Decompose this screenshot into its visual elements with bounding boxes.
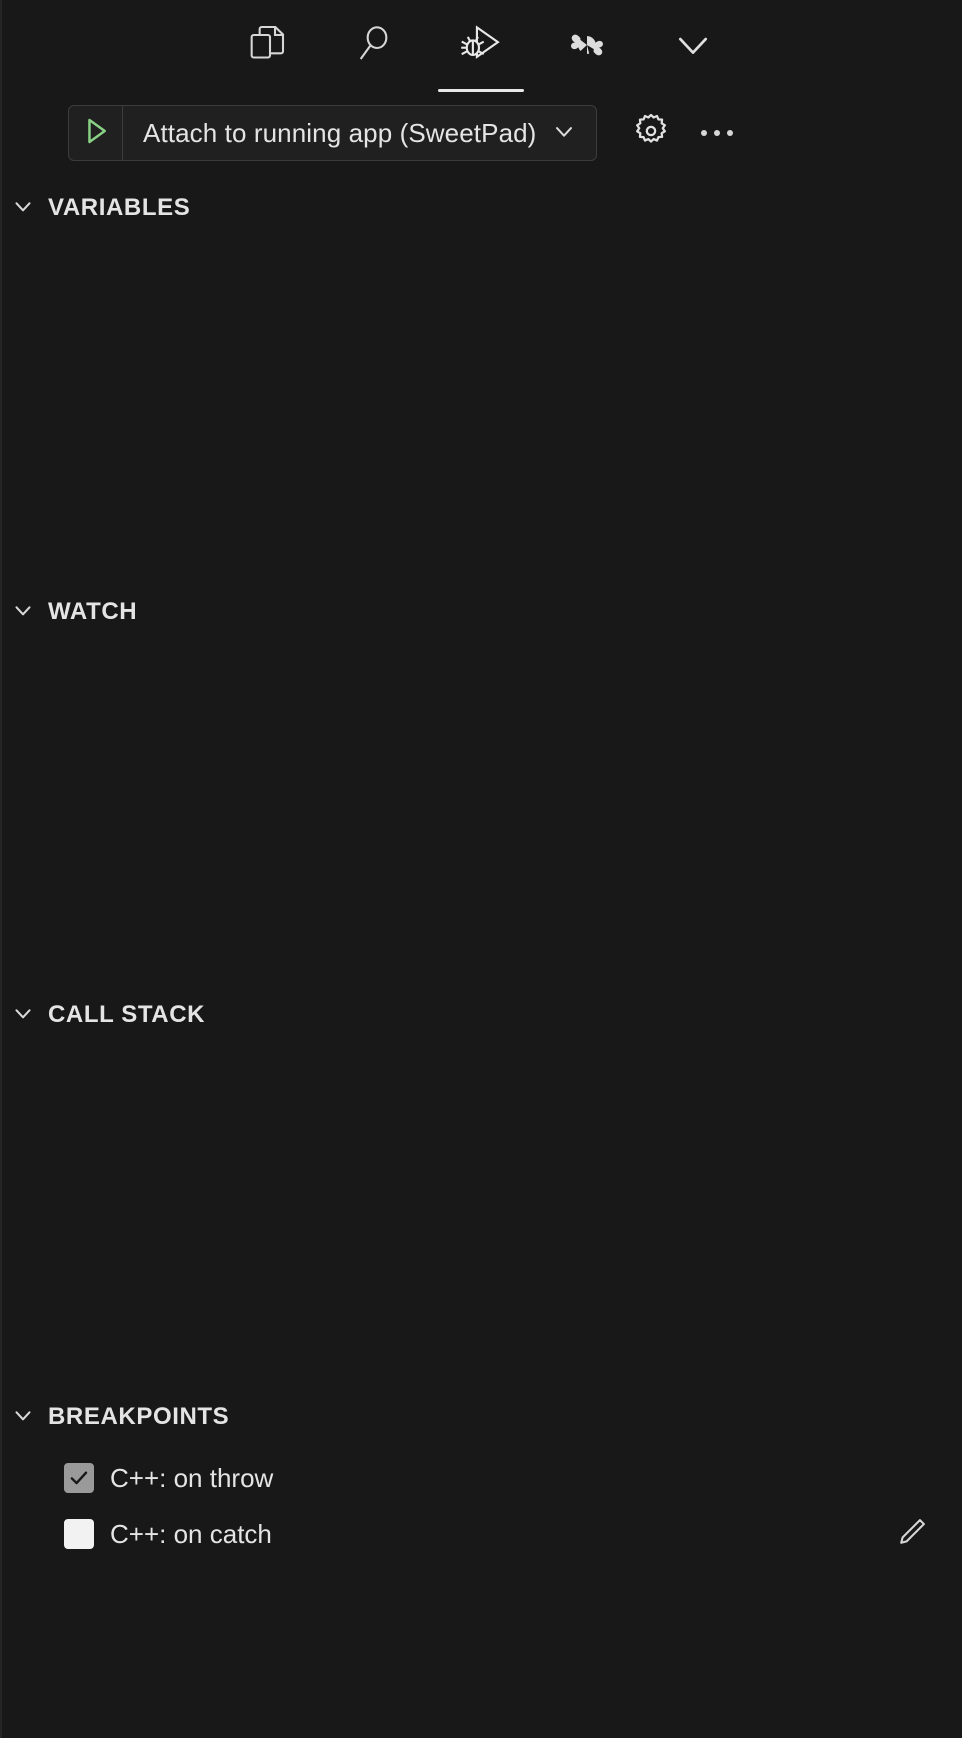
- tab-sweetpad[interactable]: [560, 8, 614, 88]
- start-debugging-button[interactable]: [69, 106, 123, 160]
- edit-breakpoint-button[interactable]: [890, 1512, 934, 1556]
- debug-configuration-dropdown[interactable]: Attach to running app (SweetPad): [123, 106, 596, 160]
- more-ellipsis-icon: [701, 130, 734, 136]
- debug-configuration-label: Attach to running app (SweetPad): [143, 117, 537, 148]
- play-icon: [81, 115, 111, 152]
- view-icon-tabbar: [0, 0, 962, 92]
- breakpoint-row-on-throw[interactable]: C++: on throw: [0, 1450, 962, 1506]
- sweetpad-icon: [566, 22, 608, 68]
- section-header-breakpoints[interactable]: BREAKPOINTS: [0, 1394, 962, 1440]
- section-title-call-stack: CALL STACK: [48, 1001, 206, 1028]
- section-title-variables: VARIABLES: [48, 194, 191, 221]
- breakpoint-checkbox-on-catch[interactable]: [64, 1519, 94, 1549]
- chevron-down-icon: [10, 1000, 36, 1031]
- chevron-down-icon: [10, 597, 36, 628]
- section-header-call-stack[interactable]: CALL STACK: [0, 992, 962, 1038]
- pencil-icon: [895, 1515, 929, 1554]
- active-tab-indicator: [438, 89, 524, 92]
- explorer-icon: [249, 22, 289, 68]
- chevron-down-icon: [671, 22, 715, 68]
- tab-run-and-debug[interactable]: [438, 8, 524, 92]
- chevron-down-icon: [10, 193, 36, 224]
- section-call-stack: CALL STACK: [0, 992, 962, 1038]
- section-breakpoints: BREAKPOINTS C++: on throw C++: on catch: [0, 1394, 962, 1562]
- breakpoint-label-on-throw: C++: on throw: [110, 1462, 274, 1493]
- debug-view-sections: VARIABLES WATCH CALL STACK BREAKPOINTS C…: [0, 174, 962, 1738]
- tab-search[interactable]: [348, 8, 402, 88]
- tab-more-views[interactable]: [666, 8, 720, 88]
- section-title-watch: WATCH: [48, 598, 138, 625]
- open-launch-json-button[interactable]: [623, 105, 679, 161]
- section-watch: WATCH: [0, 589, 962, 635]
- run-debug-icon: [459, 22, 503, 68]
- section-title-breakpoints: BREAKPOINTS: [48, 1403, 230, 1430]
- debug-more-actions-button[interactable]: [689, 105, 745, 161]
- section-header-watch[interactable]: WATCH: [0, 589, 962, 635]
- tab-explorer[interactable]: [242, 8, 296, 88]
- debug-toolbar: Attach to running app (SweetPad): [0, 92, 962, 174]
- search-icon: [355, 22, 395, 68]
- breakpoint-label-on-catch: C++: on catch: [110, 1518, 272, 1549]
- section-variables: VARIABLES: [0, 185, 962, 231]
- breakpoint-row-on-catch[interactable]: C++: on catch: [0, 1506, 962, 1562]
- gear-icon: [631, 111, 671, 156]
- section-header-variables[interactable]: VARIABLES: [0, 185, 962, 231]
- chevron-down-icon: [10, 1402, 36, 1433]
- breakpoint-checkbox-on-throw[interactable]: [64, 1463, 94, 1493]
- breakpoints-list: C++: on throw C++: on catch: [0, 1440, 962, 1562]
- debug-configuration-select[interactable]: Attach to running app (SweetPad): [68, 105, 598, 161]
- chevron-down-icon: [550, 117, 578, 150]
